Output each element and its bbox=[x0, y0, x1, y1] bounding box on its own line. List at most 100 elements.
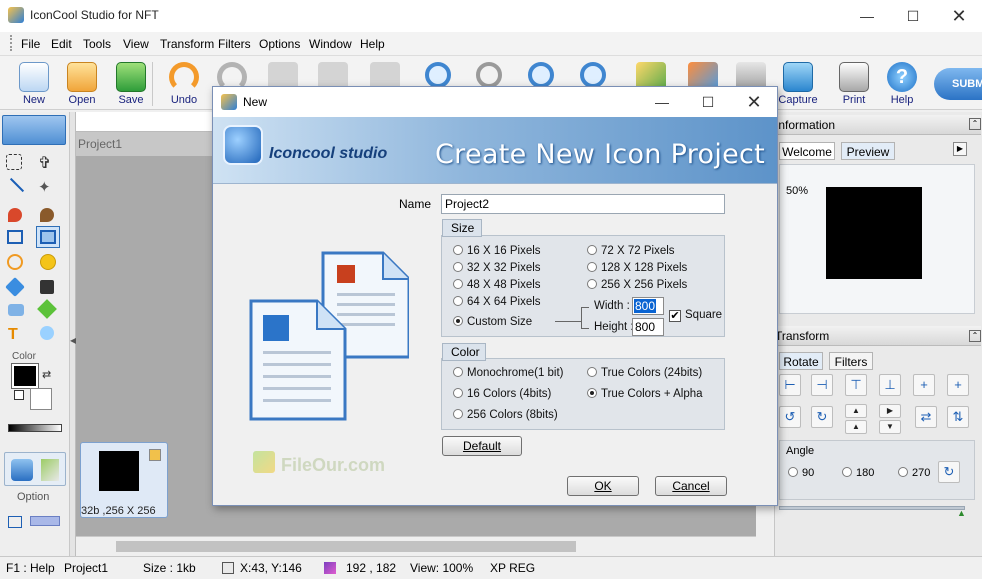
fill-tool[interactable] bbox=[40, 280, 54, 294]
filled-ellipse-tool[interactable] bbox=[40, 254, 56, 270]
move-up-right-button[interactable]: ▶ bbox=[879, 404, 901, 418]
color-16-option[interactable]: 16 Colors (4bits) bbox=[453, 388, 551, 400]
rotate-right-button[interactable]: ↻ bbox=[811, 406, 833, 428]
size-48-option[interactable]: 48 X 48 Pixels bbox=[453, 279, 541, 291]
angle-90-option[interactable]: 90 bbox=[788, 467, 814, 479]
size-72-option[interactable]: 72 X 72 Pixels bbox=[587, 245, 675, 257]
menu-filters[interactable]: Filters bbox=[218, 37, 251, 51]
collapse-transform-icon[interactable]: ⌃ bbox=[969, 330, 981, 342]
zoom-out-icon[interactable] bbox=[476, 62, 502, 88]
eraser-tool[interactable] bbox=[8, 304, 24, 316]
option-fill[interactable] bbox=[30, 516, 60, 526]
transform-tool-button[interactable] bbox=[4, 452, 66, 486]
select-tool-button[interactable] bbox=[2, 115, 66, 145]
menu-edit[interactable]: Edit bbox=[51, 37, 72, 51]
tab-scroll-icon[interactable]: ▶ bbox=[953, 142, 967, 156]
scrollbar-thumb[interactable] bbox=[116, 541, 576, 552]
dialog-close-button[interactable]: ✕ bbox=[731, 87, 777, 117]
align-right-button[interactable]: ⊣ bbox=[811, 374, 833, 396]
move-down-right-button[interactable]: ▼ bbox=[879, 420, 901, 434]
gradient-tool[interactable] bbox=[37, 299, 57, 319]
tab-preview[interactable]: Preview bbox=[841, 142, 895, 160]
bulb-tool[interactable] bbox=[40, 326, 54, 340]
angle-270-option[interactable]: 270 bbox=[898, 467, 930, 479]
color-256-option[interactable]: 256 Colors (8bits) bbox=[453, 409, 558, 421]
cancel-button[interactable]: Cancel bbox=[655, 476, 727, 496]
tab-filters[interactable]: Filters bbox=[829, 352, 873, 370]
size-64-option[interactable]: 64 X 64 Pixels bbox=[453, 296, 541, 308]
size-48-radio[interactable] bbox=[453, 279, 463, 289]
color-256-radio[interactable] bbox=[453, 409, 463, 419]
size-72-radio[interactable] bbox=[587, 245, 597, 255]
angle-180-option[interactable]: 180 bbox=[842, 467, 874, 479]
default-button[interactable]: Default bbox=[442, 436, 522, 456]
size-128-radio[interactable] bbox=[587, 262, 597, 272]
align-bottom-button[interactable]: ⊥ bbox=[879, 374, 901, 396]
option-outline[interactable] bbox=[8, 516, 22, 528]
menu-options[interactable]: Options bbox=[259, 37, 300, 51]
rotate-left-button[interactable]: ↺ bbox=[779, 406, 801, 428]
size-128-option[interactable]: 128 X 128 Pixels bbox=[587, 262, 687, 274]
apply-rotate-button[interactable]: ↻ bbox=[938, 461, 960, 483]
size-custom-radio[interactable] bbox=[453, 316, 463, 326]
undo-button[interactable]: Undo bbox=[160, 60, 208, 108]
rectangle-tool[interactable] bbox=[7, 230, 23, 244]
capture-button[interactable]: Capture bbox=[774, 60, 822, 108]
marquee-tool[interactable] bbox=[6, 154, 22, 170]
new-button[interactable]: New bbox=[10, 60, 58, 108]
close-button[interactable]: ✕ bbox=[936, 0, 982, 32]
dialog-maximize-button[interactable]: ☐ bbox=[685, 87, 731, 117]
menu-window[interactable]: Window bbox=[309, 37, 352, 51]
ellipse-tool[interactable] bbox=[7, 254, 23, 270]
center-horizontal-button[interactable]: + bbox=[913, 374, 935, 396]
swap-colors-icon[interactable]: ⇄ bbox=[42, 368, 51, 381]
opacity-slider[interactable] bbox=[8, 424, 62, 432]
size-32-option[interactable]: 32 X 32 Pixels bbox=[453, 262, 541, 274]
size-custom-option[interactable]: Custom Size bbox=[453, 316, 532, 328]
size-16-radio[interactable] bbox=[453, 245, 463, 255]
filled-rectangle-tool[interactable] bbox=[36, 226, 60, 248]
background-color-swatch[interactable] bbox=[30, 388, 52, 410]
zoom-fit-icon[interactable] bbox=[528, 62, 554, 88]
dialog-minimize-button[interactable]: — bbox=[639, 87, 685, 117]
color-16-radio[interactable] bbox=[453, 388, 463, 398]
print-button[interactable]: Print bbox=[830, 60, 878, 108]
color-alpha-radio[interactable] bbox=[587, 388, 597, 398]
width-input[interactable]: 800 bbox=[632, 297, 664, 315]
square-checkbox[interactable]: ✔ bbox=[669, 310, 681, 322]
size-16-option[interactable]: 16 X 16 Pixels bbox=[453, 245, 541, 257]
size-256-radio[interactable] bbox=[587, 279, 597, 289]
dropper-tool[interactable] bbox=[5, 277, 25, 297]
size-32-radio[interactable] bbox=[453, 262, 463, 272]
move-tool[interactable]: ✞ bbox=[38, 154, 58, 174]
menu-tools[interactable]: Tools bbox=[83, 37, 111, 51]
color-alpha-option[interactable]: True Colors + Alpha bbox=[587, 388, 703, 400]
color-24bit-option[interactable]: True Colors (24bits) bbox=[587, 367, 702, 379]
zoom-actual-icon[interactable] bbox=[580, 62, 606, 88]
open-button[interactable]: Open bbox=[58, 60, 106, 108]
color-mono-option[interactable]: Monochrome(1 bit) bbox=[453, 367, 564, 379]
ok-button[interactable]: OK bbox=[567, 476, 639, 496]
move-down-left-button[interactable]: ▲ bbox=[845, 420, 867, 434]
menu-view[interactable]: View bbox=[123, 37, 149, 51]
move-up-left-button[interactable]: ▲ bbox=[845, 404, 867, 418]
submit-button[interactable]: SUBM bbox=[934, 68, 982, 100]
magic-wand-tool[interactable]: ✦ bbox=[38, 178, 58, 198]
brush-tool[interactable] bbox=[40, 208, 54, 222]
thumbnail-card[interactable]: 32b ,256 X 256 bbox=[80, 442, 168, 518]
color-24bit-radio[interactable] bbox=[587, 367, 597, 377]
align-left-button[interactable]: ⊢ bbox=[779, 374, 801, 396]
horizontal-scrollbar[interactable] bbox=[76, 536, 756, 556]
reset-colors-icon[interactable] bbox=[14, 390, 24, 400]
rotation-slider[interactable] bbox=[779, 506, 965, 510]
pencil-tool[interactable] bbox=[8, 208, 22, 222]
angle-90-radio[interactable] bbox=[788, 467, 798, 477]
angle-270-radio[interactable] bbox=[898, 467, 908, 477]
collapse-info-icon[interactable]: ⌃ bbox=[969, 118, 981, 130]
name-input[interactable]: Project2 bbox=[441, 194, 725, 214]
align-top-button[interactable]: ⊤ bbox=[845, 374, 867, 396]
text-tool[interactable]: T bbox=[8, 326, 18, 344]
flip-vertical-button[interactable]: ⇅ bbox=[947, 406, 969, 428]
flip-horizontal-button[interactable]: ⇄ bbox=[915, 406, 937, 428]
color-mono-radio[interactable] bbox=[453, 367, 463, 377]
